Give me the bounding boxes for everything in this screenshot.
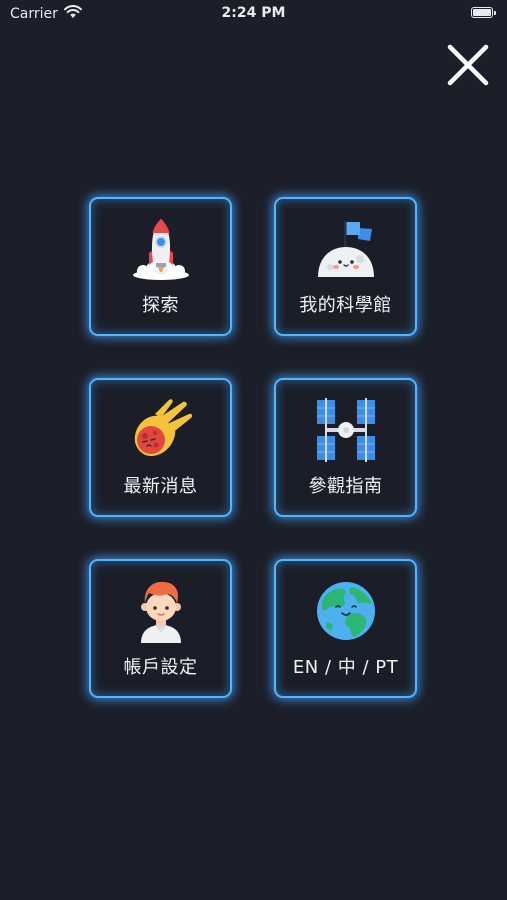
menu-tile-label: 參觀指南: [308, 476, 383, 497]
battery-level: [473, 9, 491, 16]
menu-tile-account-settings[interactable]: 帳戶設定: [89, 559, 232, 698]
menu-tile-label: EN / 中 / PT: [292, 657, 399, 678]
space-station-icon: [314, 398, 378, 462]
moon-flag-icon: [314, 217, 378, 281]
menu-tile-language[interactable]: EN / 中 / PT: [274, 559, 417, 698]
status-bar: Carrier 2:24 PM: [0, 0, 507, 28]
meteor-icon: [129, 398, 193, 462]
menu-tile-explore[interactable]: 探索: [89, 197, 232, 336]
close-icon: [447, 44, 489, 86]
battery-icon: [471, 7, 496, 18]
menu-tile-visitor-guide[interactable]: 參觀指南: [274, 378, 417, 517]
menu-tile-label: 帳戶設定: [123, 657, 198, 678]
close-button[interactable]: [446, 43, 490, 87]
menu-tile-my-science-museum[interactable]: 我的科學館: [274, 197, 417, 336]
rocket-icon: [129, 217, 193, 281]
menu-tile-latest-news[interactable]: 最新消息: [89, 378, 232, 517]
menu-screen: Carrier 2:24 PM 探索 我的科學館 最新消息 參觀指南 帳戶設定 …: [0, 0, 507, 900]
person-avatar-icon: [129, 579, 193, 643]
menu-tile-label: 我的科學館: [299, 295, 392, 316]
menu-tile-label: 探索: [142, 295, 179, 316]
menu-tile-label: 最新消息: [123, 476, 198, 497]
status-time: 2:24 PM: [221, 5, 286, 21]
earth-globe-icon: [314, 579, 378, 643]
